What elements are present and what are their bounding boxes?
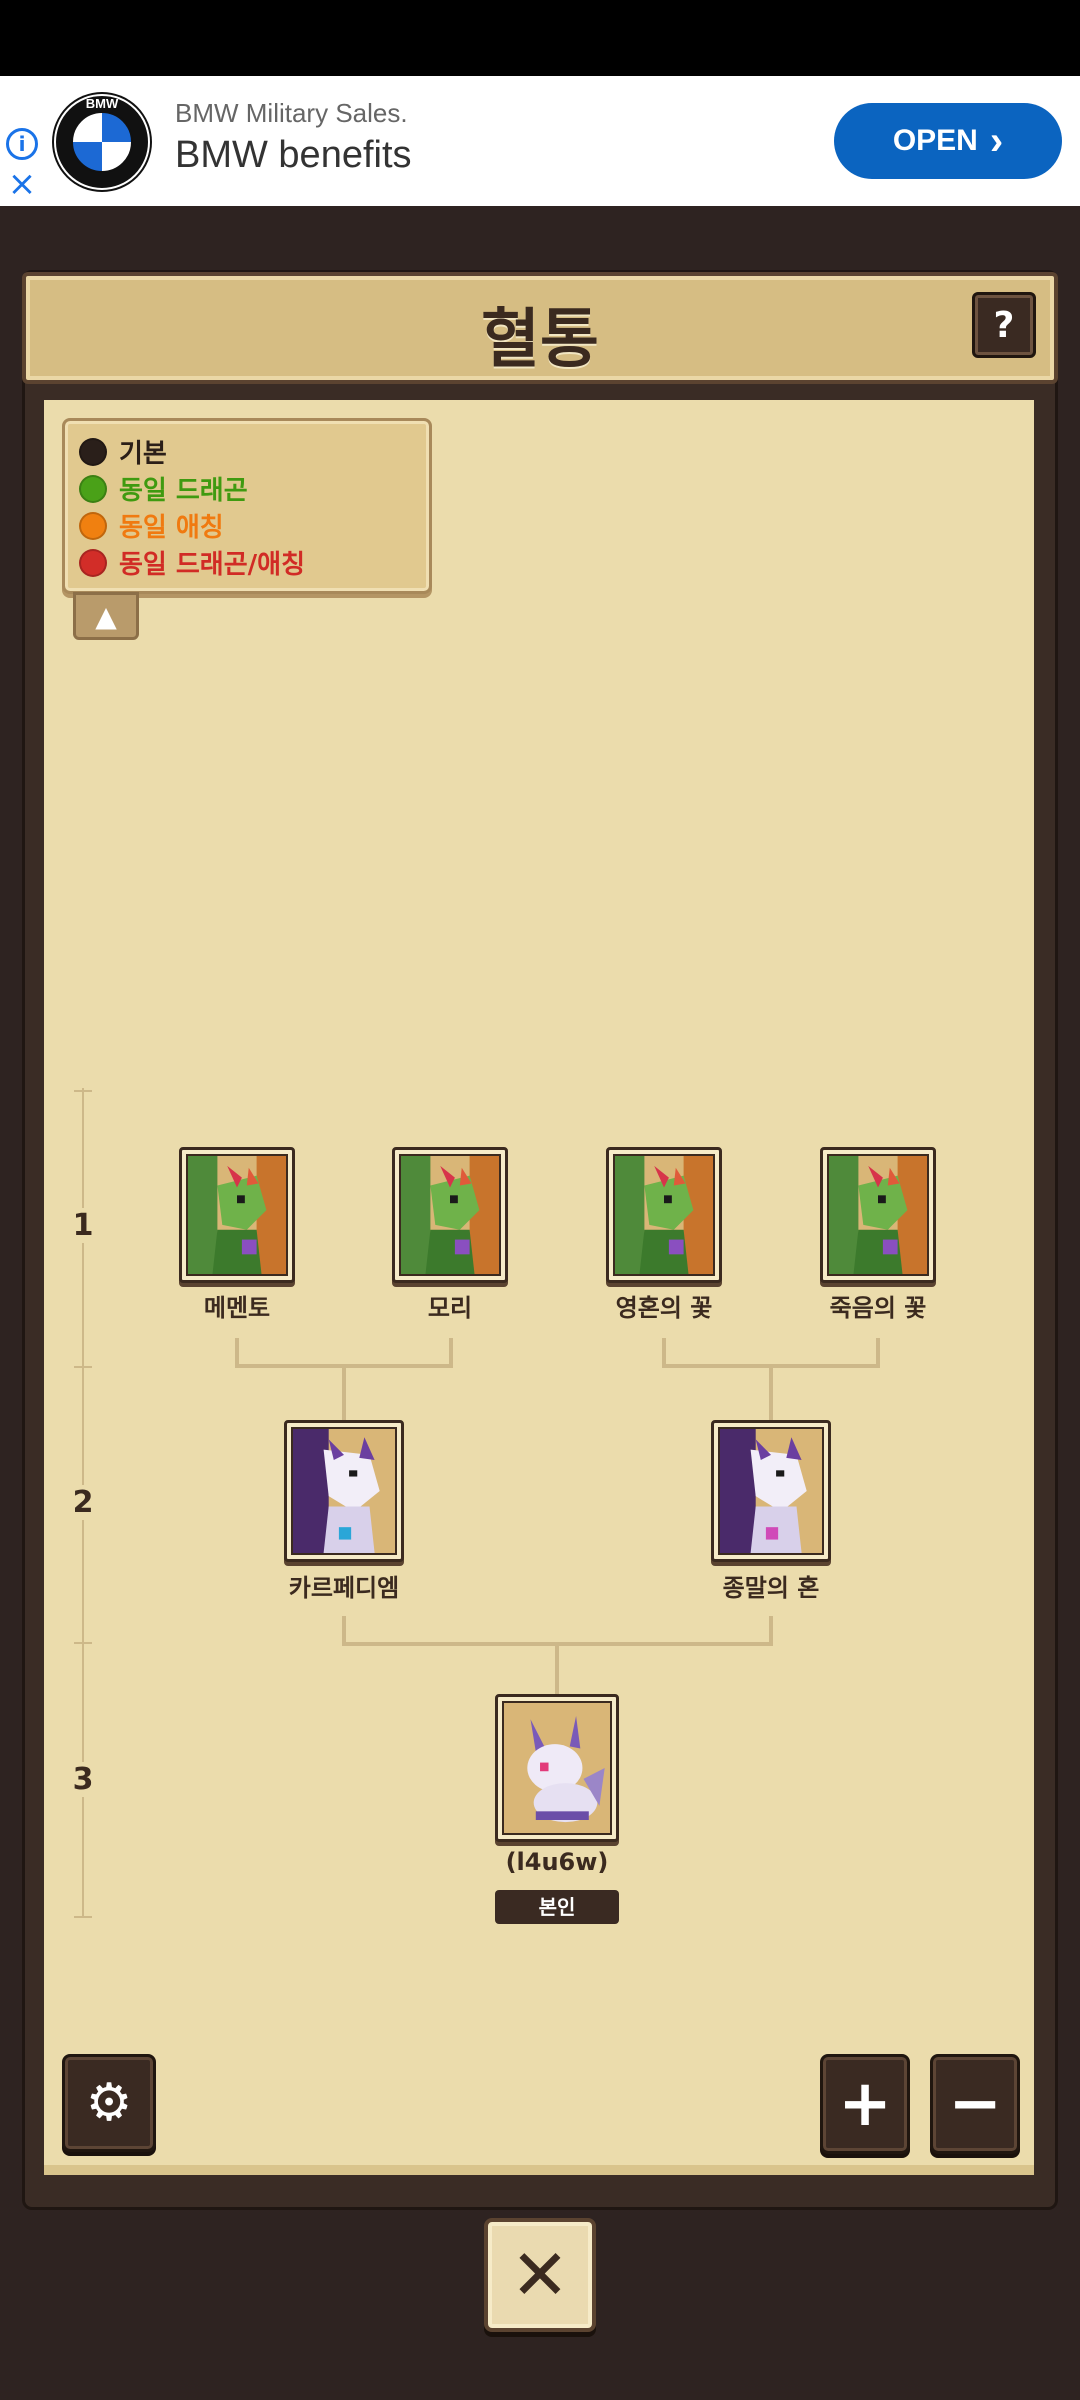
ad-info-icon[interactable]: i xyxy=(6,128,38,160)
gear-icon: ⚙ xyxy=(85,2073,133,2133)
legend-collapse-button[interactable]: ▲ xyxy=(73,592,139,640)
green-dragon-portrait xyxy=(186,1154,288,1276)
panel-header: 혈통 xyxy=(22,272,1058,384)
dragon-card-gen1[interactable] xyxy=(820,1147,936,1283)
tree-connector xyxy=(555,1642,559,1694)
ad-close-icon[interactable]: × xyxy=(6,167,38,201)
generation-label: 1 xyxy=(62,1208,104,1243)
bmw-logo-lettering: BMW xyxy=(86,96,119,111)
dragon-card-self[interactable] xyxy=(495,1694,619,1842)
self-dragon-name: (l4u6w) xyxy=(505,1848,609,1876)
tree-connector xyxy=(342,1364,346,1420)
zoom-in-button[interactable]: + xyxy=(820,2054,910,2154)
plus-icon: + xyxy=(838,2067,892,2141)
generation-tick xyxy=(74,1642,92,1644)
legend-dot-same-dragon xyxy=(79,474,107,503)
dragon-name: 영혼의 꽃 xyxy=(615,1294,713,1322)
close-icon: ✕ xyxy=(510,2234,570,2316)
dragon-card-gen1[interactable] xyxy=(179,1147,295,1283)
legend-label: 동일 드래곤 xyxy=(119,476,248,506)
baby-dragon-portrait xyxy=(502,1701,612,1835)
legend-item: 기본 xyxy=(79,433,415,470)
dragon-name: 죽음의 꽃 xyxy=(829,1294,927,1322)
settings-button[interactable]: ⚙ xyxy=(62,2054,156,2152)
legend-label: 기본 xyxy=(119,439,167,469)
dragon-card-gen2[interactable] xyxy=(711,1420,831,1562)
ad-open-button[interactable]: OPEN › xyxy=(834,103,1062,179)
legend-label: 동일 드래곤/애칭 xyxy=(119,550,305,580)
green-dragon-portrait xyxy=(399,1154,501,1276)
generation-label: 3 xyxy=(62,1762,104,1797)
legend-dot-same-nickname xyxy=(79,511,107,540)
green-dragon-portrait xyxy=(613,1154,715,1276)
legend-dot-basic xyxy=(79,437,107,466)
zoom-out-button[interactable]: − xyxy=(930,2054,1020,2154)
chevron-up-icon: ▲ xyxy=(95,599,117,633)
help-button[interactable]: ? xyxy=(972,292,1036,358)
green-dragon-portrait xyxy=(827,1154,929,1276)
ad-title: BMW benefits xyxy=(175,134,412,176)
page-title: 혈통 xyxy=(481,303,599,377)
dragon-name: 종말의 혼 xyxy=(722,1574,820,1602)
legend-item: 동일 드래곤/애칭 xyxy=(79,544,415,581)
tree-connector xyxy=(769,1364,773,1420)
status-bar xyxy=(0,0,1080,76)
dragon-card-gen1[interactable] xyxy=(606,1147,722,1283)
ad-subtitle: BMW Military Sales. xyxy=(175,98,408,128)
self-badge: 본인 xyxy=(495,1890,619,1924)
dragon-card-gen1[interactable] xyxy=(392,1147,508,1283)
close-button[interactable]: ✕ xyxy=(484,2218,596,2332)
generation-tick xyxy=(74,1916,92,1918)
dragon-name: 카르페디엠 xyxy=(288,1574,400,1602)
generation-tick xyxy=(74,1090,92,1092)
ad-banner[interactable]: i × BMW BMW Military Sales. BMW benefits… xyxy=(0,76,1080,206)
ad-open-label: OPEN xyxy=(892,124,978,157)
legend-label: 동일 애칭 xyxy=(119,513,224,543)
dragon-name: 모리 xyxy=(427,1294,473,1322)
generation-tick xyxy=(74,1366,92,1368)
legend: 기본 동일 드래곤 동일 애칭 동일 드래곤/애칭 xyxy=(62,418,432,594)
legend-item: 동일 애칭 xyxy=(79,507,415,544)
bmw-logo: BMW xyxy=(52,92,152,192)
dragon-card-gen2[interactable] xyxy=(284,1420,404,1562)
white-dragon-portrait xyxy=(291,1427,397,1555)
dragon-name: 메멘토 xyxy=(203,1294,271,1322)
minus-icon: − xyxy=(948,2067,1002,2141)
generation-label: 2 xyxy=(62,1485,104,1520)
chevron-right-icon: › xyxy=(989,119,1004,163)
white-dragon-portrait xyxy=(718,1427,824,1555)
legend-dot-same-both xyxy=(79,548,107,577)
legend-item: 동일 드래곤 xyxy=(79,470,415,507)
